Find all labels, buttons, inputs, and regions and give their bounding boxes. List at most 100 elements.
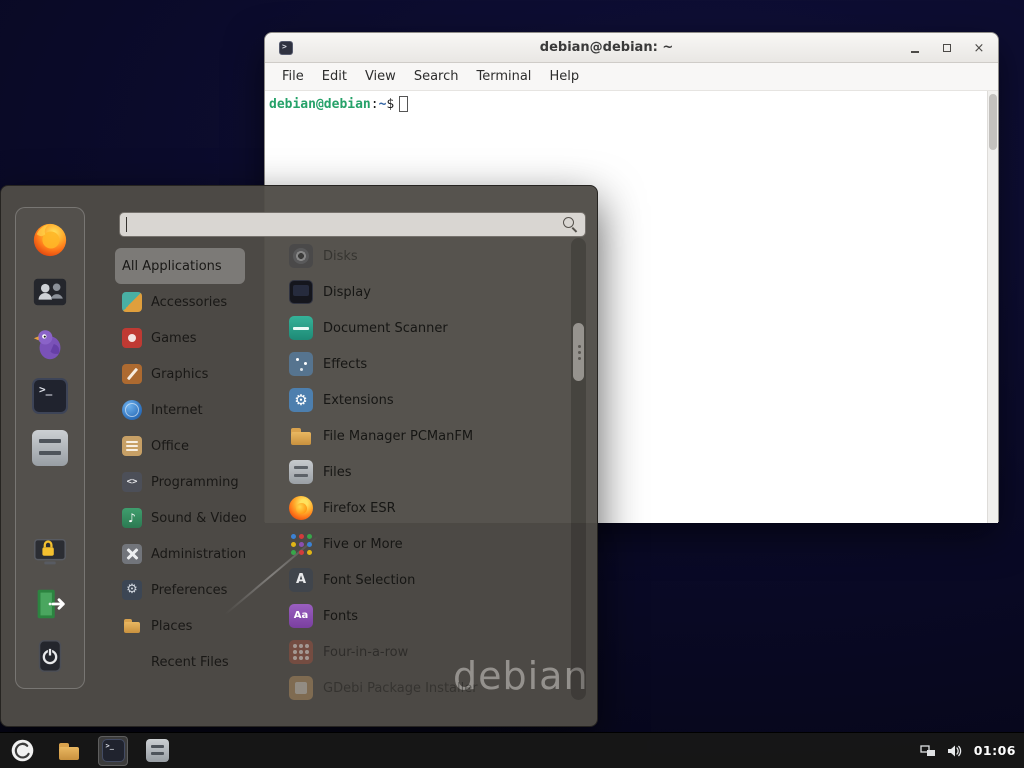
clock[interactable]: 01:06: [972, 743, 1016, 758]
app-label: Firefox ESR: [323, 501, 396, 516]
app-label: Document Scanner: [323, 321, 448, 336]
office-icon: [122, 436, 142, 456]
menu-button[interactable]: [4, 733, 40, 768]
category-all-applications[interactable]: All Applications: [115, 248, 245, 284]
minimize-button[interactable]: [906, 39, 924, 57]
app-display[interactable]: Display: [283, 274, 571, 310]
application-list: Disks Display Document Scanner Effects E…: [283, 238, 571, 700]
category-accessories[interactable]: Accessories: [115, 284, 245, 320]
accessories-icon: [122, 292, 142, 312]
category-internet[interactable]: Internet: [115, 392, 245, 428]
lock-screen-icon: [31, 533, 69, 571]
administration-icon: [122, 544, 142, 564]
category-programming[interactable]: Programming: [115, 464, 253, 500]
category-office[interactable]: Office: [115, 428, 245, 464]
favorite-files-button[interactable]: [28, 428, 72, 468]
category-label: Administration: [151, 547, 246, 562]
prompt-colon: :: [371, 97, 379, 112]
text-caret: [126, 217, 127, 232]
category-label: Games: [151, 331, 196, 346]
purple-bird-icon: [31, 325, 69, 363]
volume-icon: [946, 743, 962, 759]
favorites-column: [15, 207, 85, 689]
terminal-cursor: [399, 96, 408, 112]
menu-view[interactable]: View: [356, 65, 405, 88]
terminal-icon: [32, 378, 68, 414]
terminal-titlebar[interactable]: debian@debian: ~ ×: [265, 33, 998, 63]
app-files[interactable]: Files: [283, 454, 571, 490]
app-firefox-esr[interactable]: Firefox ESR: [283, 490, 571, 526]
category-recent-files[interactable]: Recent Files: [115, 644, 245, 680]
firefox-icon: [289, 496, 313, 520]
close-button[interactable]: ×: [970, 39, 988, 57]
search-bar: [119, 212, 586, 237]
maximize-button[interactable]: [938, 39, 956, 57]
debian-swirl-icon: [9, 737, 36, 764]
app-file-manager-pcmanfm[interactable]: File Manager PCManFM: [283, 418, 571, 454]
network-indicator[interactable]: [920, 743, 936, 759]
category-label: Office: [151, 439, 189, 454]
shutdown-icon: [31, 637, 69, 675]
app-fonts[interactable]: Fonts: [283, 598, 571, 634]
app-gdebi-package-installer[interactable]: GDebi Package Installer: [283, 670, 571, 700]
menu-search[interactable]: Search: [405, 65, 468, 88]
volume-indicator[interactable]: [946, 743, 962, 759]
file-cabinet-icon: [32, 430, 68, 466]
category-games[interactable]: Games: [115, 320, 245, 356]
terminal-title: debian@debian: ~: [325, 40, 888, 55]
effects-icon: [289, 352, 313, 376]
app-disks[interactable]: Disks: [283, 238, 571, 274]
category-sound-video[interactable]: Sound & Video: [115, 500, 261, 536]
terminal-scrollbar-thumb[interactable]: [989, 94, 997, 150]
app-label: Display: [323, 285, 371, 300]
app-effects[interactable]: Effects: [283, 346, 571, 382]
app-document-scanner[interactable]: Document Scanner: [283, 310, 571, 346]
files-launcher[interactable]: [142, 736, 172, 766]
app-label: Fonts: [323, 609, 358, 624]
sound-video-icon: [122, 508, 142, 528]
app-five-or-more[interactable]: Five or More: [283, 526, 571, 562]
menu-terminal[interactable]: Terminal: [467, 65, 540, 88]
games-icon: [122, 328, 142, 348]
menu-edit[interactable]: Edit: [313, 65, 356, 88]
gdebi-icon: [289, 676, 313, 700]
internet-icon: [122, 400, 142, 420]
logout-button[interactable]: [28, 584, 72, 624]
shell-prompt: debian@debian:~$: [269, 96, 984, 112]
places-icon: [122, 616, 142, 636]
category-preferences[interactable]: Preferences: [115, 572, 245, 608]
app-list-scrollbar-thumb[interactable]: [573, 323, 584, 381]
prompt-path: ~: [379, 97, 387, 112]
shutdown-button[interactable]: [28, 636, 72, 676]
favorite-messenger-button[interactable]: [28, 324, 72, 364]
favorite-terminal-button[interactable]: [28, 376, 72, 416]
category-label: All Applications: [122, 259, 222, 274]
app-four-in-a-row[interactable]: Four-in-a-row: [283, 634, 571, 670]
app-font-selection[interactable]: Font Selection: [283, 562, 571, 598]
terminal-window-button[interactable]: [98, 736, 128, 766]
favorite-users-button[interactable]: [28, 272, 72, 312]
category-label: Recent Files: [151, 655, 229, 670]
lock-screen-button[interactable]: [28, 532, 72, 572]
app-label: Four-in-a-row: [323, 645, 408, 660]
category-graphics[interactable]: Graphics: [115, 356, 245, 392]
app-label: Five or More: [323, 537, 403, 552]
menu-help[interactable]: Help: [540, 65, 588, 88]
search-input[interactable]: [119, 212, 586, 237]
application-menu: debian: [0, 185, 598, 727]
file-manager-launcher[interactable]: [54, 736, 84, 766]
category-administration[interactable]: Administration: [115, 536, 260, 572]
scrollbar-grip: [578, 351, 581, 354]
app-label: Font Selection: [323, 573, 415, 588]
firefox-icon: [31, 221, 69, 259]
window-controls: ×: [906, 33, 988, 63]
terminal-scrollbar[interactable]: [987, 91, 998, 523]
favorite-firefox-button[interactable]: [28, 220, 72, 260]
menu-file[interactable]: File: [273, 65, 313, 88]
app-extensions[interactable]: Extensions: [283, 382, 571, 418]
category-label: Internet: [151, 403, 203, 418]
category-label: Accessories: [151, 295, 227, 310]
app-list-scrollbar[interactable]: [571, 238, 586, 700]
logout-icon: [31, 585, 69, 623]
category-places[interactable]: Places: [115, 608, 245, 644]
